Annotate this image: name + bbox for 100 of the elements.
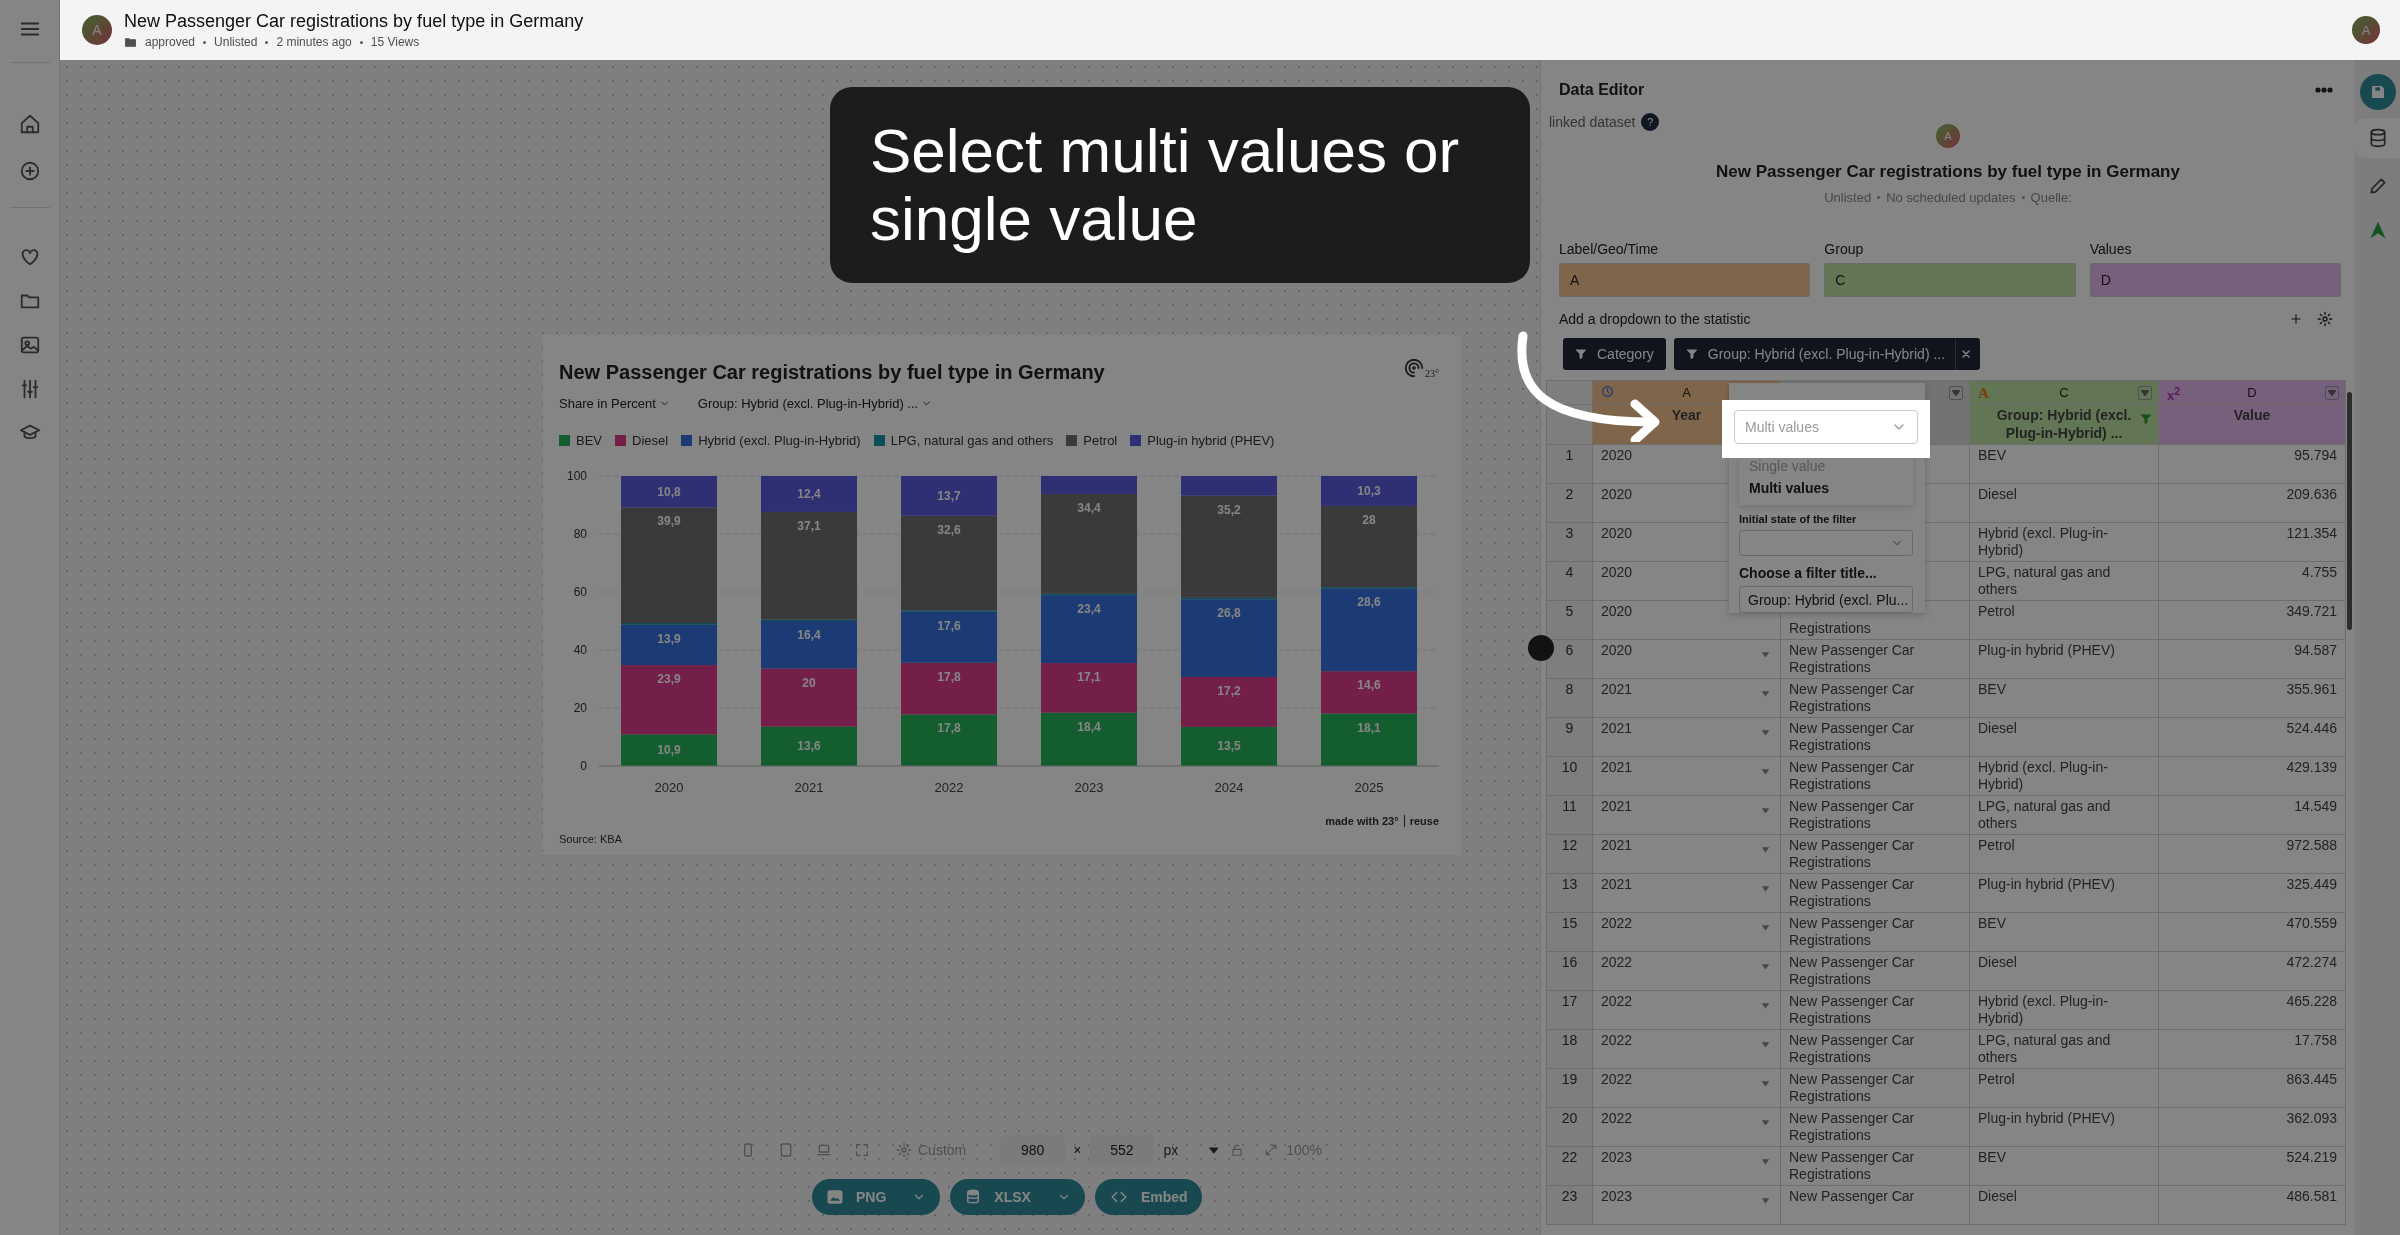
row-number: 5 [1565,603,1574,619]
data-label: 10,3 [1357,483,1381,498]
source-note: Source: KBA [559,833,622,845]
row-number: 20 [1561,1110,1578,1126]
column-letter: C [2059,385,2069,400]
panel-title: Data Editor [1559,81,1645,99]
x-tick-label: 2020 [654,780,684,795]
field-label: Group [1824,241,1865,257]
table-cell: 362.093 [2286,1110,2337,1126]
table-cell: 472.274 [2286,954,2337,970]
table-cell: 2020 [1601,447,1633,463]
table-cell: 209.636 [2286,486,2337,502]
data-label: 17,8 [937,669,961,684]
row-number: 2 [1565,486,1574,502]
y-tick-label: 20 [573,701,587,715]
meta-text: 2 minutes ago [276,35,352,49]
table-cell: New Passenger Car Registrations [1789,720,1915,753]
data-label: 23,4 [1077,602,1101,617]
table-cell: 465.228 [2286,993,2337,1009]
table-cell: New Passenger Car Registrations [1789,1110,1915,1143]
data-label: 23,9 [657,672,681,687]
status-label: approved [145,35,196,49]
table-cell: BEV [1978,681,2006,697]
table-cell: Hybrid (excl. Plug-in-Hybrid) [1978,759,2108,792]
table-cell: 524.446 [2286,720,2337,736]
table-cell: New Passenger Car Registrations [1789,681,1915,714]
table-cell: New Passenger Car Registrations [1789,954,1915,987]
data-label: 16,4 [797,628,821,642]
table-cell: Hybrid (excl. Plug-in-Hybrid) [1978,993,2108,1026]
row-number: 6 [1565,642,1574,658]
table-cell: BEV [1978,915,2006,931]
data-label: 17,1 [1077,670,1101,685]
table-cell: 863.445 [2286,1071,2337,1087]
data-label: 17,6 [937,618,961,633]
table-cell: New Passenger Car Registrations [1789,915,1915,948]
avatar: A [82,15,112,45]
table-cell: 972.588 [2286,837,2337,853]
table-cell: 121.354 [2286,525,2337,541]
table-cell: 2022 [1601,993,1633,1009]
table-cell: 2022 [1601,1110,1633,1126]
column-letter: A [1682,385,1691,400]
table-cell: Petrol [1978,1071,2015,1087]
row-number: 22 [1561,1149,1578,1165]
table-cell: 486.581 [2286,1188,2337,1204]
data-label: 17,2 [1217,683,1241,698]
table-cell: New Passenger Car Registrations [1789,1149,1915,1182]
table-cell: New Passenger Car Registrations [1789,642,1915,675]
data-label: 28 [1362,512,1376,527]
table-cell: 470.559 [2286,915,2337,931]
table-cell: 14.549 [2294,798,2337,814]
y-tick-label: 60 [573,585,587,599]
row-number: 23 [1561,1188,1578,1204]
table-cell: Petrol [1978,603,2015,619]
table-cell: 524.219 [2286,1149,2337,1165]
table-cell: LPG, natural gas and others [1978,798,2111,831]
data-label: 14,6 [1357,678,1381,693]
table-cell: New Passenger Car Registrations [1789,798,1915,831]
row-number: 3 [1565,525,1574,541]
table-cell: BEV [1978,447,2006,463]
row-number: 4 [1565,564,1574,580]
table-cell: Plug-in hybrid (PHEV) [1978,642,2115,658]
chart-title: New Passenger Car registrations by fuel type in Germany [559,361,1105,384]
row-number: 13 [1561,876,1578,892]
legend-label: LPG, natural gas and others [890,433,1054,448]
table-cell: 349.721 [2286,603,2337,619]
legend-label: Hybrid (excl. Plug-in-Hybrid) [698,433,861,448]
data-label: 13,9 [657,631,681,646]
row-number: 18 [1561,1032,1578,1048]
data-label: 18,4 [1077,719,1101,734]
legend-label: Diesel [632,433,669,448]
data-label: 17,8 [937,721,961,736]
credit-text: made with 23° [1325,815,1399,827]
meta-text: 15 Views [370,35,420,49]
data-label: 13,5 [1217,739,1241,754]
column-letter: D [2247,385,2257,400]
table-cell: Diesel [1978,720,2017,736]
section-label: Add a dropdown to the statistic [1559,311,1752,327]
row-number: 1 [1565,447,1574,463]
table-cell: 2021 [1601,837,1633,853]
table-cell: Diesel [1978,486,2017,502]
meta-text: Unlisted [214,35,258,49]
row-number: 15 [1561,915,1578,931]
table-cell: 2021 [1601,798,1633,814]
y-tick-label: 0 [580,759,587,773]
data-label: 12,4 [797,487,821,501]
meta-text: No scheduled updates [1886,190,2016,205]
meta-text: Quelle: [2030,190,2072,205]
table-cell: 2022 [1601,915,1633,931]
table-cell: 2020 [1601,525,1633,541]
table-cell: 2020 [1601,642,1633,658]
data-label: 26,8 [1217,606,1241,621]
field-label: Initial state of the filter [1739,513,1858,525]
table-cell: 2022 [1601,954,1633,970]
row-number: 19 [1561,1071,1578,1087]
table-cell: New Passenger Car [1789,1188,1915,1204]
field-label: Label/Geo/Time [1559,241,1660,257]
row-number: 11 [1562,798,1577,814]
table-cell: 94.587 [2294,642,2337,658]
table-cell: New Passenger Car Registrations [1789,876,1915,909]
x-tick-label: 2021 [794,780,824,795]
